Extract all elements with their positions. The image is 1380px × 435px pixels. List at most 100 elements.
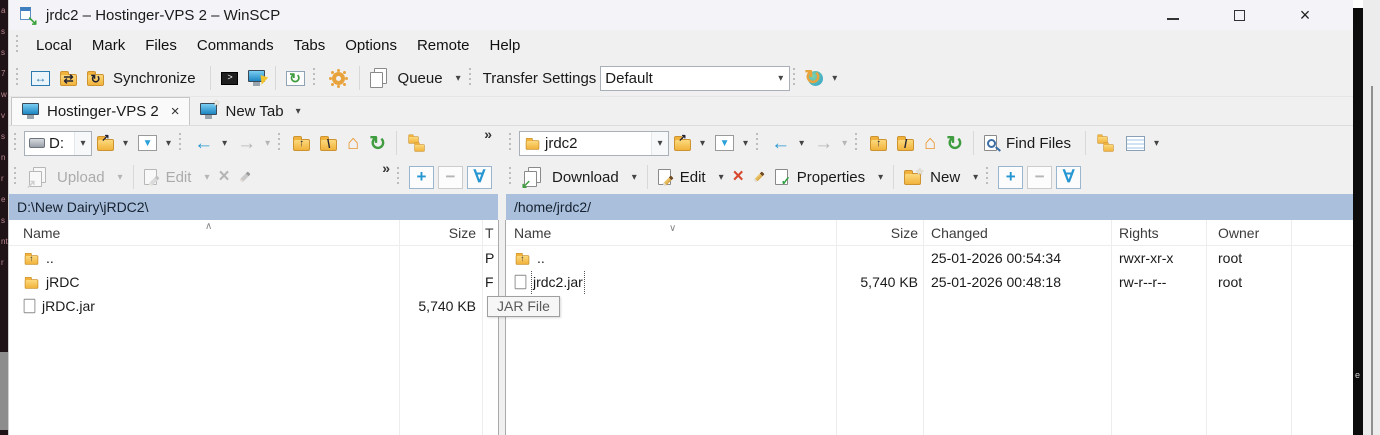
minimize-button[interactable]: [1163, 5, 1183, 25]
tab-close-icon[interactable]: ×: [171, 103, 180, 120]
queue-dropdown-icon[interactable]: ▾: [456, 73, 461, 84]
local-row-jrdc-folder[interactable]: jRDC F: [9, 270, 498, 294]
properties-button[interactable]: ✓ Properties ▾: [770, 163, 888, 191]
find-files-button[interactable]: Find Files: [979, 129, 1080, 157]
toolbar-grip[interactable]: [793, 68, 798, 88]
transfer-options-button[interactable]: ↻ ▾: [803, 64, 842, 92]
local-column-size[interactable]: Size: [399, 220, 481, 245]
new-tab-dropdown-icon[interactable]: ▾: [296, 106, 301, 117]
local-row-parent[interactable]: ↑ .. P: [9, 246, 498, 270]
local-directory-tree-button[interactable]: [402, 129, 432, 157]
toolbar-grip[interactable]: [468, 68, 473, 88]
remote-column-rights[interactable]: Rights: [1111, 220, 1206, 245]
menu-remote[interactable]: Remote: [407, 33, 480, 58]
preferences-button[interactable]: [323, 64, 354, 92]
local-refresh-button[interactable]: ↻: [364, 129, 391, 157]
toolbar-grip[interactable]: [397, 167, 401, 187]
remote-directory-dropdown-icon[interactable]: ▾: [651, 131, 668, 155]
remote-row-parent[interactable]: ↑ .. 25-01-2026 00:54:34 rwxr-xr-x root: [506, 246, 1353, 270]
menu-commands[interactable]: Commands: [187, 33, 284, 58]
synchronize-button[interactable]: ↻ Synchronize: [82, 64, 205, 92]
remote-column-changed[interactable]: Changed: [923, 220, 1111, 245]
toolbar-grip[interactable]: [312, 68, 317, 88]
remote-back-button[interactable]: ← ▾: [766, 129, 809, 157]
remote-path-header[interactable]: /home/jrdc2/: [506, 194, 1353, 220]
transfer-settings-combobox[interactable]: Default ▾: [600, 65, 791, 91]
list-view-button[interactable]: ▾: [1121, 129, 1164, 157]
remote-column-owner[interactable]: Owner: [1206, 220, 1291, 245]
local-path-header[interactable]: D:\New Dairy\jRDC2\: [9, 194, 498, 220]
local-drive-dropdown-icon[interactable]: ▾: [74, 131, 91, 155]
open-session-in-putty-button[interactable]: [243, 64, 270, 92]
local-toolbar-overflow-icon[interactable]: »: [480, 126, 496, 142]
remote-rename-button[interactable]: [748, 163, 770, 191]
remote-row-jrdc2-jar[interactable]: jrdc2.jar 5,740 KB 25-01-2026 00:48:18 r…: [506, 270, 1353, 294]
open-directory-dropdown-icon[interactable]: ▾: [123, 138, 128, 149]
new-button[interactable]: ★ New ▾: [899, 163, 983, 191]
local-row-jrdc-jar[interactable]: jRDC.jar 5,740 KB: [9, 294, 498, 318]
toolbar-grip[interactable]: [986, 167, 991, 187]
local-column-type[interactable]: T: [481, 220, 498, 245]
synchronize-browsing-button[interactable]: ⇄: [55, 64, 82, 92]
local-open-directory-button[interactable]: ↗ ▾: [92, 129, 133, 157]
remote-select-files-button[interactable]: +: [998, 165, 1024, 189]
local-home-directory-button[interactable]: ⌂: [342, 129, 364, 157]
menu-local[interactable]: Local: [26, 33, 82, 58]
remote-forward-button[interactable]: → ▾: [809, 129, 852, 157]
toolbar-grip[interactable]: [509, 167, 513, 187]
edit-dropdown-icon[interactable]: ▾: [719, 172, 724, 183]
remote-refresh-button[interactable]: ↻: [941, 129, 968, 157]
maximize-button[interactable]: [1229, 5, 1249, 25]
menu-files[interactable]: Files: [135, 33, 187, 58]
local-back-button[interactable]: ← ▾: [189, 129, 232, 157]
local-select-files-button[interactable]: +: [409, 165, 434, 189]
download-button[interactable]: ↙ Download ▾: [519, 163, 642, 191]
toolbar-grip[interactable]: [509, 133, 513, 153]
remote-root-directory-button[interactable]: /: [892, 129, 919, 157]
swap-panels-button[interactable]: ↔: [26, 64, 55, 92]
menu-mark[interactable]: Mark: [82, 33, 135, 58]
open-terminal-button[interactable]: >: [216, 64, 243, 92]
remote-parent-directory-button[interactable]: ↑: [865, 129, 892, 157]
local-invert-selection-button[interactable]: ∀: [467, 165, 492, 189]
menubar-grip[interactable]: [16, 35, 20, 55]
back-dropdown-icon[interactable]: ▾: [222, 138, 227, 149]
filter-dropdown-icon[interactable]: ▾: [166, 138, 171, 149]
transfer-settings-dropdown-icon[interactable]: ▾: [772, 66, 790, 90]
back-dropdown-icon[interactable]: ▾: [799, 138, 804, 149]
new-dropdown-icon[interactable]: ▾: [973, 172, 978, 183]
local-filter-button[interactable]: ▼ ▾: [133, 129, 176, 157]
filter-dropdown-icon[interactable]: ▾: [743, 138, 748, 149]
local-forward-button[interactable]: → ▾: [232, 129, 275, 157]
open-directory-dropdown-icon[interactable]: ▾: [700, 138, 705, 149]
menu-options[interactable]: Options: [335, 33, 407, 58]
remote-home-directory-button[interactable]: ⌂: [919, 129, 941, 157]
remote-directory-tree-button[interactable]: [1091, 129, 1121, 157]
toolbar-grip[interactable]: [278, 133, 283, 153]
toolbar-grip[interactable]: [855, 133, 860, 153]
remote-delete-button[interactable]: ×: [729, 163, 748, 191]
local-parent-directory-button[interactable]: ↑: [288, 129, 315, 157]
remote-edit-button[interactable]: Edit ▾: [653, 163, 729, 191]
remote-invert-selection-button[interactable]: ∀: [1056, 165, 1082, 189]
remote-filter-button[interactable]: ▼ ▾: [710, 129, 753, 157]
properties-dropdown-icon[interactable]: ▾: [878, 172, 883, 183]
menu-help[interactable]: Help: [480, 33, 531, 58]
tab-new-tab[interactable]: ★ New Tab ▾: [190, 97, 310, 125]
remote-directory-combobox[interactable]: jrdc2 ▾: [519, 130, 669, 156]
local-column-name[interactable]: Name: [9, 220, 399, 245]
toolbar-grip[interactable]: [756, 133, 761, 153]
close-button[interactable]: ×: [1295, 5, 1315, 25]
toolbar-grip[interactable]: [14, 133, 18, 153]
panel-splitter[interactable]: [498, 220, 506, 435]
queue-button[interactable]: Queue ▾: [365, 64, 466, 92]
download-dropdown-icon[interactable]: ▾: [632, 172, 637, 183]
menu-tabs[interactable]: Tabs: [284, 33, 336, 58]
toolbar-grip[interactable]: [16, 68, 20, 88]
toolbar-grip[interactable]: [179, 133, 184, 153]
local-drive-combobox[interactable]: D: ▾: [24, 130, 92, 156]
transfer-options-dropdown-icon[interactable]: ▾: [832, 73, 837, 84]
tab-hostinger-vps-2[interactable]: Hostinger-VPS 2 ×: [11, 97, 191, 125]
list-view-dropdown-icon[interactable]: ▾: [1154, 138, 1159, 149]
remote-column-size[interactable]: Size: [836, 220, 923, 245]
